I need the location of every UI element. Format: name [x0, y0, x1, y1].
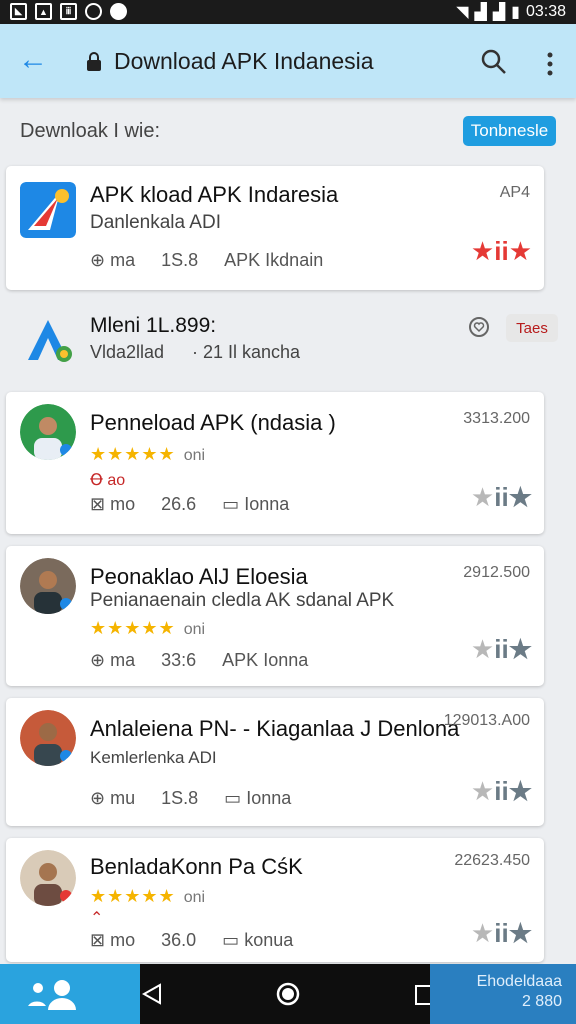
avatar — [20, 558, 76, 614]
app-meta: ⊕ ma 1S.8 APK Ikdnain — [90, 250, 324, 270]
battery-icon: ▮ — [511, 4, 520, 21]
rating-icons[interactable]: ★ii★ — [471, 634, 532, 665]
app-tag: ⌃ — [90, 910, 104, 927]
storage-icon: ▭ — [222, 930, 240, 950]
storage-icon: ▭ — [222, 494, 240, 514]
people-icon — [28, 980, 76, 1010]
avatar — [20, 710, 76, 766]
download-icon: ⊕ — [90, 650, 106, 670]
promo-item[interactable]: Mleni 1L.899: Vlda2llad · 21 Il kancha T… — [6, 302, 558, 390]
rating-icons[interactable]: ★ii★ — [471, 918, 532, 949]
signal-2-icon: ▟ — [492, 4, 506, 21]
more-options-icon[interactable] — [540, 50, 560, 78]
app-price: 2912.500 — [463, 564, 530, 581]
app-card[interactable]: Peonaklao AlJ Eloesia Penianaenain cledl… — [6, 546, 544, 686]
notification-icon: ◣ — [10, 3, 27, 20]
app-subtitle: Kemlerlenka ADI — [90, 748, 217, 767]
download-nav-button[interactable]: Ehodeldaaa 2 880 — [430, 964, 576, 1024]
app-price: 3313.200 — [463, 410, 530, 427]
app-title: Peonaklao AlJ Eloesia — [90, 564, 308, 589]
favorite-icon[interactable] — [468, 316, 490, 338]
filter-label: Dewnloak I wie: — [20, 120, 161, 142]
tag-badge: Taes — [506, 314, 558, 342]
storage-icon: ▭ — [224, 788, 242, 808]
app-meta: ⊠ mo 36.0 ▭ konua — [90, 930, 294, 950]
app-bar: ← Download APK Indanesia — [0, 24, 576, 98]
filter-row: Dewnloak I wie: Tonbnesle — [0, 110, 576, 150]
star-rating: ★★★★★ oni — [90, 886, 206, 906]
nav-count: 2 880 — [521, 993, 562, 1010]
wifi-icon: ◥ — [456, 4, 469, 21]
app-subtitle: Danlenkala ADI — [90, 212, 221, 233]
app-title: Anlaleiena PN- - Kiaganlaa J Denlona — [90, 716, 460, 741]
file-icon: ⊠ — [90, 494, 106, 514]
avatar — [20, 404, 76, 460]
search-icon[interactable] — [480, 48, 508, 76]
app-card[interactable]: Anlaleiena PN- - Kiaganlaa J Denlona Kem… — [6, 698, 544, 826]
avatar — [20, 850, 76, 906]
download-icon: ⊕ — [90, 250, 106, 270]
app-logo-icon — [28, 320, 72, 362]
back-arrow-icon[interactable]: ← — [18, 45, 48, 76]
app-tag: Ꝋ ao — [90, 472, 126, 489]
media-icon — [110, 3, 127, 20]
star-rating: ★★★★★ oni — [90, 444, 206, 464]
filter-button[interactable]: Tonbnesle — [463, 116, 556, 146]
app-price: 129013.A00 — [443, 712, 530, 729]
home-nav-icon[interactable] — [276, 982, 300, 1006]
app-price: AP4 — [499, 184, 530, 201]
app-card[interactable]: BenladaKonn Pa CśK 22623.450 ★★★★★ oni ⌃ … — [6, 838, 544, 962]
download-icon: ⊕ — [90, 788, 106, 808]
app-title: Penneload APK (ndasia ) — [90, 410, 336, 435]
status-bar: ◣ ▲ ⅲ ◥ ▟ ▟ ▮ 03:38 — [0, 0, 576, 24]
app-meta: ⊕ ma 33:6 APK Ionna — [90, 650, 309, 670]
navigation-bar: Ehodeldaaa 2 880 — [0, 964, 576, 1024]
nav-label: Ehodeldaaa — [476, 973, 562, 990]
rating-icons[interactable]: ★ii★ — [471, 482, 532, 513]
app-meta: ⊕ mu 1S.8 ▭ Ionna — [90, 788, 292, 808]
app-meta: ⊠ mo 26.6 ▭ Ionna — [90, 494, 290, 514]
app-price: 22623.450 — [454, 852, 530, 869]
promo-subtitle: Vlda2llad — [90, 342, 165, 362]
file-icon: ⊠ — [90, 930, 106, 950]
contacts-button[interactable] — [0, 964, 140, 1024]
page-title: Download APK Indanesia — [114, 48, 374, 74]
lock-icon — [87, 52, 101, 71]
app-title: BenladaKonn Pa CśK — [90, 854, 303, 879]
signal-icon: ▟ — [474, 4, 487, 21]
promo-extra: · 21 Il kancha — [192, 342, 301, 362]
gallery-icon: ▲ — [35, 3, 52, 20]
app-logo-icon — [20, 182, 76, 238]
app-card[interactable]: APK kload APK Indaresia Danlenkala ADI A… — [6, 166, 544, 290]
app-title: APK kload APK Indaresia — [90, 182, 339, 207]
promo-title: Mleni 1L.899: — [90, 314, 217, 337]
clock: 03:38 — [525, 3, 566, 20]
rating-icons[interactable]: ★ii★ — [471, 776, 532, 807]
app-subtitle: Penianaenain cledla AK sdanal APK — [90, 590, 395, 611]
star-rating: ★★★★★ oni — [90, 618, 206, 638]
app-notification-icon: ⅲ — [60, 3, 77, 20]
sync-icon — [85, 3, 102, 20]
back-nav-icon[interactable] — [140, 982, 164, 1006]
rating-icons[interactable]: ★ii★ — [471, 236, 532, 267]
app-card[interactable]: Penneload APK (ndasia ) 3313.200 ★★★★★ on… — [6, 392, 544, 534]
